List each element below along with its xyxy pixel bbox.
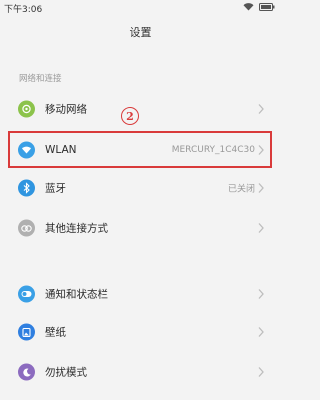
- battery-icon: [259, 3, 275, 11]
- page-title: 设置: [129, 26, 152, 39]
- bluetooth-icon: [18, 179, 35, 197]
- status-icons: [243, 3, 275, 11]
- settings-row-wallpaper[interactable]: 壁纸: [0, 312, 281, 352]
- status-time: 下午3:06: [4, 5, 43, 15]
- settings-row-label: WLAN: [45, 144, 77, 156]
- settings-row-label: 蓝牙: [45, 182, 66, 195]
- chevron-right-icon: [258, 327, 264, 337]
- settings-row-do-not-disturb[interactable]: 勿扰模式: [0, 352, 281, 392]
- step-marker: 2: [121, 107, 139, 125]
- status-bar: 下午3:06: [0, 0, 281, 16]
- chevron-right-icon: [258, 145, 264, 155]
- chevron-right-icon: [258, 183, 264, 193]
- link-icon: [18, 219, 35, 237]
- wifi-status-icon: [243, 3, 254, 11]
- toggle-icon: [18, 285, 35, 303]
- bluetooth-status: 已关闭: [227, 184, 255, 195]
- moon-icon: [18, 363, 35, 381]
- wlan-network-name: MERCURY_1C4C30: [171, 145, 255, 155]
- mobile-network-icon: [18, 100, 35, 118]
- settings-row-notifications[interactable]: 通知和状态栏: [0, 274, 281, 314]
- chevron-right-icon: [258, 223, 264, 233]
- settings-row-label: 移动网络: [45, 103, 87, 116]
- settings-row-mobile-network[interactable]: 移动网络: [0, 89, 281, 129]
- settings-row-other-connections[interactable]: 其他连接方式: [0, 208, 281, 248]
- wifi-icon: [18, 141, 35, 159]
- wallpaper-icon: [18, 323, 35, 341]
- settings-row-label: 通知和状态栏: [45, 288, 108, 301]
- settings-row-label: 其他连接方式: [45, 222, 108, 235]
- settings-row-wlan[interactable]: WLAN MERCURY_1C4C30: [0, 130, 281, 170]
- chevron-right-icon: [258, 367, 264, 377]
- settings-row-bluetooth[interactable]: 蓝牙 已关闭: [0, 168, 281, 208]
- section-header-network: 网络和连接: [19, 74, 62, 84]
- chevron-right-icon: [258, 104, 264, 114]
- settings-row-label: 壁纸: [45, 326, 66, 339]
- settings-row-label: 勿扰模式: [45, 366, 87, 379]
- chevron-right-icon: [258, 289, 264, 299]
